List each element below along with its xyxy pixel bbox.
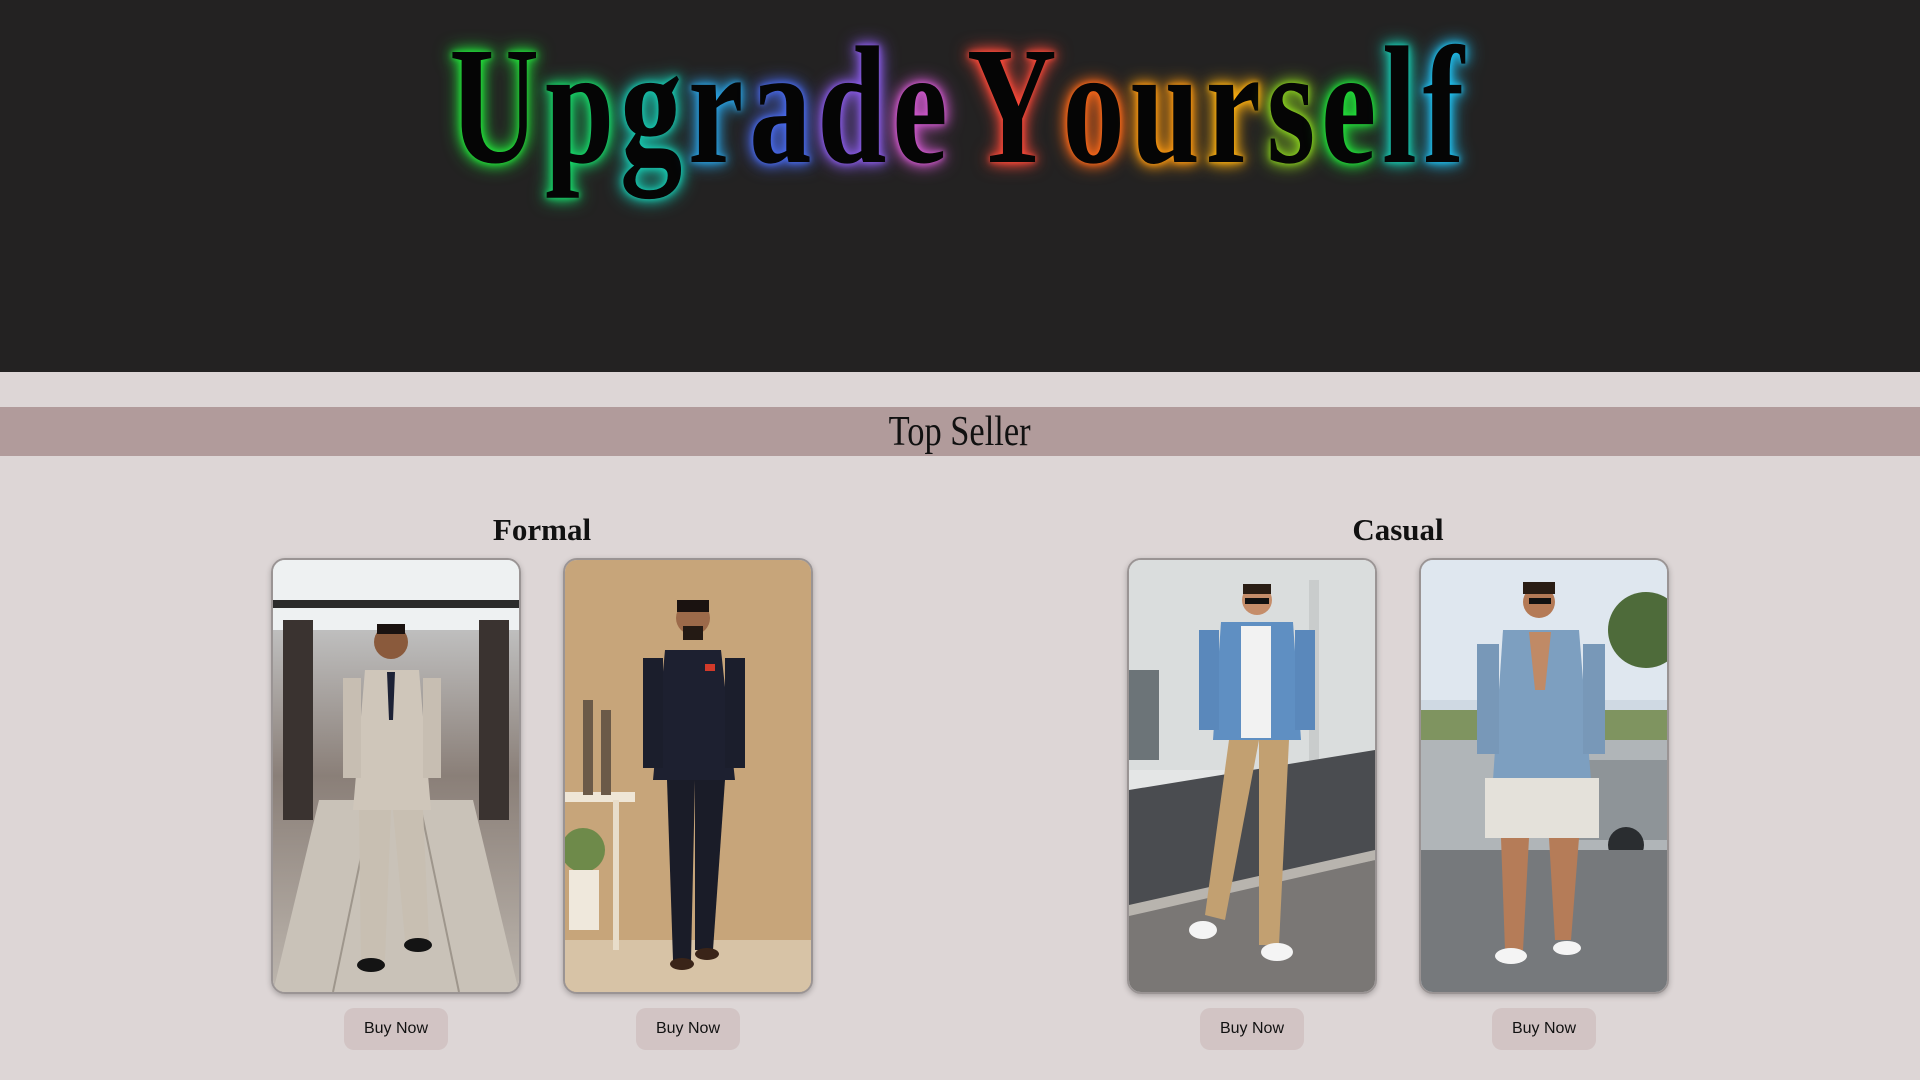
product-image-black-bandhgala[interactable] [563, 558, 813, 994]
section-header: Top Seller [0, 407, 1920, 456]
brand-letter: d [817, 13, 893, 199]
buy-now-button[interactable]: Buy Now [344, 1008, 448, 1050]
section-title: Top Seller [888, 408, 1032, 455]
brand-letter: o [1062, 13, 1131, 199]
brand-letter: r [688, 13, 750, 199]
brand-letter: a [749, 13, 818, 199]
buy-now-button[interactable]: Buy Now [636, 1008, 740, 1050]
brand-letter: g [620, 13, 689, 199]
brand-title: UpgradeYourself [450, 22, 1471, 190]
buy-now-button[interactable]: Buy Now [1492, 1008, 1596, 1050]
brand-letter: l [1382, 13, 1424, 199]
product-card: Buy Now [1127, 558, 1377, 1050]
brand-letter: e [1321, 13, 1383, 199]
brand-letter: Y [967, 13, 1063, 199]
category-title: Casual [1352, 512, 1444, 547]
category-casual: Casual Buy Now Buy Now [1088, 506, 1708, 1050]
brand-letter: r [1206, 13, 1268, 199]
product-card: Buy Now [563, 558, 813, 1050]
brand-letter: f [1423, 13, 1471, 199]
hero-banner: UpgradeYourself [0, 0, 1920, 372]
product-image-denim-jacket[interactable] [1127, 558, 1377, 994]
brand-letter: e [892, 13, 954, 199]
product-card: Buy Now [1419, 558, 1669, 1050]
page: UpgradeYourself Top Seller Formal Buy No… [0, 0, 1920, 1080]
brand-letter: U [449, 13, 546, 199]
product-image-denim-shirt[interactable] [1419, 558, 1669, 994]
product-card: Buy Now [271, 558, 521, 1050]
category-formal: Formal Buy Now Buy Now [232, 506, 852, 1050]
category-title: Formal [492, 512, 592, 547]
buy-now-button[interactable]: Buy Now [1200, 1008, 1304, 1050]
brand-letter: u [1130, 13, 1207, 199]
brand-letter: s [1267, 13, 1322, 199]
brand-letter: p [545, 13, 621, 199]
product-image-beige-suit[interactable] [271, 558, 521, 994]
